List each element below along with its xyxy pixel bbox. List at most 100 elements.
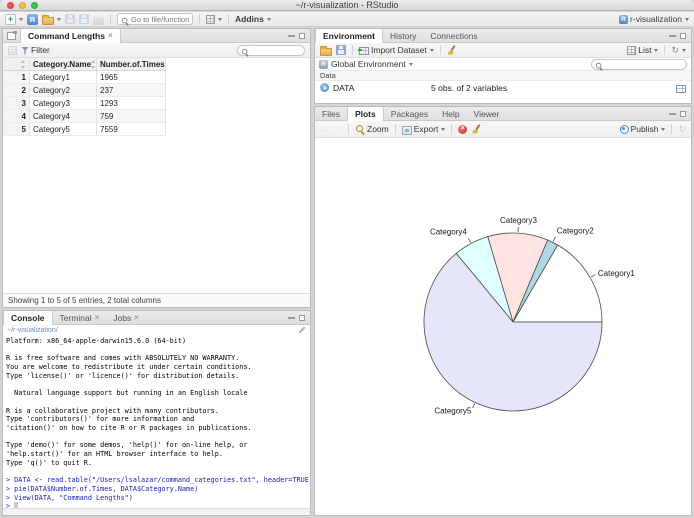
environment-object-row[interactable]: DATA 5 obs. of 2 variables [315, 81, 691, 94]
minimize-pane-button[interactable] [669, 112, 676, 115]
print-button[interactable] [93, 14, 104, 25]
toolbar-separator [671, 124, 673, 134]
close-icon[interactable]: × [134, 313, 139, 322]
close-icon[interactable]: × [95, 313, 100, 322]
cell-number-of-times[interactable]: 759 [97, 110, 166, 122]
clear-plots-button[interactable] [471, 124, 481, 134]
forward-arrow-icon [333, 124, 342, 134]
tab-connections[interactable]: Connections [423, 29, 484, 42]
table-row[interactable]: 2 Category2 237 [3, 84, 166, 97]
tab-console[interactable]: Console [3, 311, 53, 325]
console-output[interactable]: Platform: x86_64-apple-darwin15.6.0 (64-… [3, 336, 310, 508]
next-plot-button[interactable] [333, 124, 342, 134]
popout-viewer-button[interactable] [8, 45, 17, 55]
horizontal-scrollbar[interactable] [3, 508, 310, 515]
column-header-category-name[interactable]: Category.Name [30, 58, 97, 70]
maximize-pane-button[interactable] [680, 32, 686, 39]
cell-category-name[interactable]: Category5 [30, 123, 97, 135]
cell-number-of-times[interactable]: 1965 [97, 71, 166, 83]
pie-label-tick [467, 237, 471, 243]
cell-number-of-times[interactable]: 237 [97, 84, 166, 96]
column-header-number-of-times[interactable]: Number.of.Times [97, 58, 166, 70]
zoom-window-button[interactable] [31, 2, 38, 9]
environment-tab-label: Environment [323, 31, 375, 41]
rstudio-window: { "window": { "title": "~/r-visualizatio… [0, 0, 694, 518]
pane-layout-button[interactable] [206, 14, 222, 24]
table-row[interactable]: 4 Category4 759 [3, 110, 166, 123]
new-file-button[interactable] [5, 13, 23, 25]
chevron-down-icon [408, 62, 413, 66]
column-header-rownum[interactable] [3, 58, 30, 70]
maximize-pane-button[interactable] [680, 110, 686, 117]
maximize-pane-button[interactable] [299, 32, 305, 39]
tab-jobs[interactable]: Jobs × [106, 311, 146, 324]
tab-command-lengths[interactable]: Command Lengths × [20, 29, 121, 43]
pane-grid-icon [206, 14, 215, 24]
pencil-icon[interactable] [297, 326, 306, 335]
tab-viewer[interactable]: Viewer [467, 107, 507, 120]
chevron-down-icon [682, 48, 686, 52]
save-all-button[interactable] [79, 14, 89, 24]
table-row[interactable]: 1 Category1 1965 [3, 71, 166, 84]
tab-files[interactable]: Files [315, 107, 347, 120]
tab-history[interactable]: History [383, 29, 423, 42]
import-dataset-button[interactable]: Import Dataset [358, 45, 434, 55]
filter-button[interactable]: Filter [21, 45, 50, 55]
list-view-label: List [638, 45, 652, 55]
export-plot-button[interactable]: Export [401, 124, 446, 135]
clear-environment-button[interactable] [447, 45, 457, 55]
save-workspace-button[interactable] [336, 45, 346, 55]
minimize-pane-button[interactable] [288, 316, 295, 319]
expand-object-icon[interactable] [320, 83, 329, 92]
remove-plot-button[interactable] [458, 124, 468, 134]
pie-label-tick [552, 236, 556, 242]
tab-environment[interactable]: Environment [315, 29, 383, 43]
new-project-button[interactable] [27, 13, 38, 25]
tab-help[interactable]: Help [435, 107, 466, 120]
popout-icon[interactable] [3, 29, 20, 42]
maximize-pane-button[interactable] [299, 314, 305, 321]
table-row[interactable]: 3 Category3 1293 [3, 97, 166, 110]
cell-category-name[interactable]: Category1 [30, 71, 97, 83]
tab-plots[interactable]: Plots [346, 107, 384, 121]
project-button[interactable]: r-visualization [619, 14, 689, 24]
cell-category-name[interactable]: Category2 [30, 84, 97, 96]
cell-category-name[interactable]: Category3 [30, 97, 97, 109]
row-number: 3 [3, 97, 30, 109]
data-section-header: Data [315, 71, 691, 81]
load-workspace-button[interactable] [320, 45, 332, 56]
toolbar-separator [348, 124, 349, 134]
addins-button[interactable]: Addins [235, 14, 271, 24]
zoom-plot-button[interactable]: Zoom [355, 124, 389, 134]
pie-label-category5: Category5 [434, 407, 471, 416]
list-view-button[interactable]: List [627, 45, 659, 55]
refresh-icon [671, 45, 679, 55]
chevron-down-icon [661, 127, 666, 131]
chevron-down-icon [19, 17, 23, 21]
publish-button[interactable]: Publish [619, 124, 666, 134]
environment-scope-selector[interactable]: Global Environment [331, 59, 413, 69]
cell-number-of-times[interactable]: 7559 [97, 123, 166, 135]
refresh-plot-button[interactable] [678, 124, 686, 134]
cell-number-of-times[interactable]: 1293 [97, 97, 166, 109]
tab-packages[interactable]: Packages [384, 107, 435, 120]
jobs-tab-label: Jobs [113, 312, 132, 323]
open-file-button[interactable] [42, 14, 61, 25]
environment-search-input[interactable] [591, 58, 687, 70]
tab-terminal[interactable]: Terminal × [53, 311, 107, 324]
close-window-button[interactable] [7, 2, 14, 9]
viewer-toolbar: Filter [3, 43, 310, 58]
minimize-window-button[interactable] [19, 2, 26, 9]
minimize-pane-button[interactable] [669, 34, 676, 37]
minimize-pane-button[interactable] [288, 34, 295, 37]
save-button[interactable] [65, 14, 75, 24]
view-table-icon[interactable] [676, 84, 686, 93]
console-line: Type 'license()' or 'licence()' for dist… [6, 371, 240, 380]
close-icon[interactable]: × [108, 32, 113, 40]
console-tab-label: Console [11, 313, 45, 323]
refresh-environment-button[interactable] [671, 45, 686, 55]
cell-category-name[interactable]: Category4 [30, 110, 97, 122]
table-row[interactable]: 5 Category5 7559 [3, 123, 166, 136]
previous-plot-button[interactable] [320, 124, 329, 134]
project-cube-icon [27, 13, 38, 25]
